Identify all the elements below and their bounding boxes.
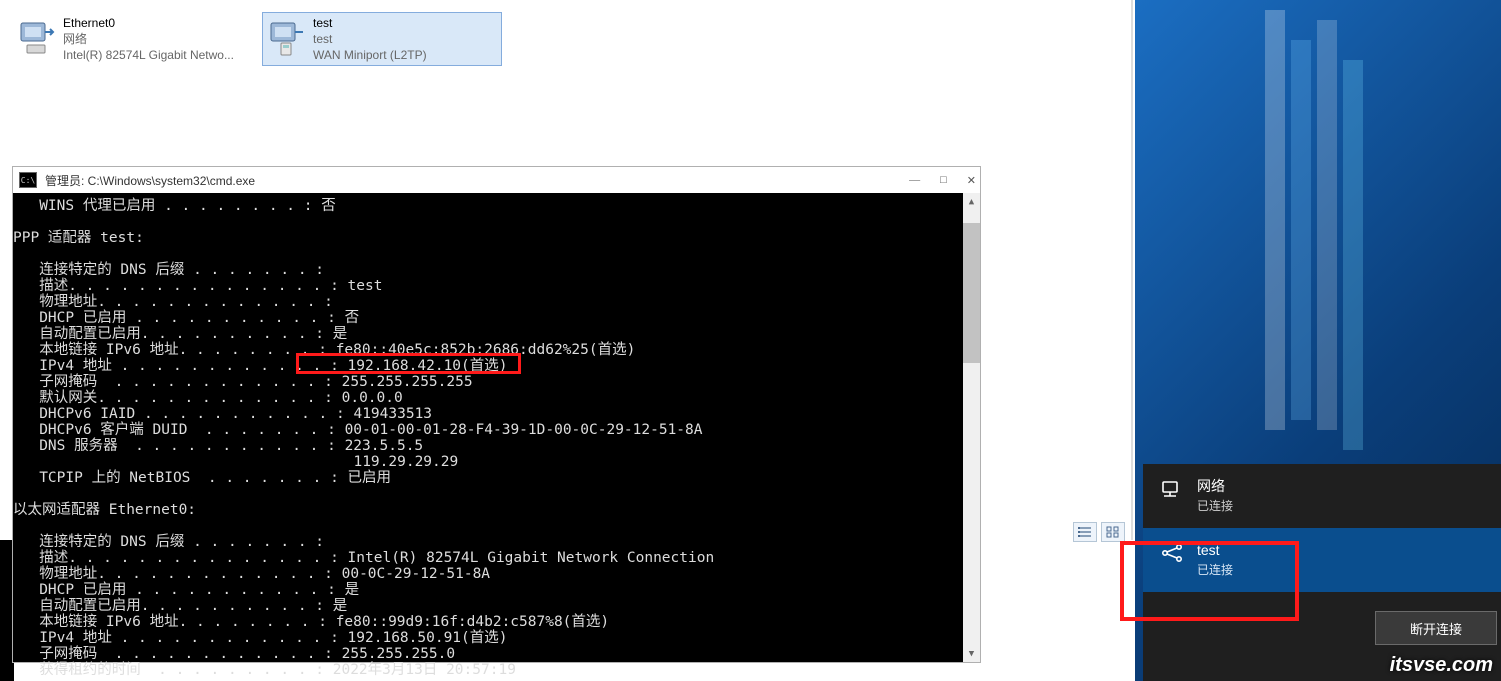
network-status: 已连接: [1197, 496, 1233, 516]
adapter-device: WAN Miniport (L2TP): [313, 47, 427, 63]
adapter-name: Ethernet0: [63, 15, 234, 31]
close-button[interactable]: ✕: [967, 174, 976, 187]
adapter-status: test: [313, 31, 427, 47]
adapter-ethernet0[interactable]: Ethernet0 网络 Intel(R) 82574L Gigabit Net…: [12, 12, 252, 66]
ethernet-icon: [1161, 478, 1183, 500]
view-mode-buttons: [1073, 522, 1125, 542]
divider: [1131, 0, 1133, 540]
cmd-output: WINS 代理已启用 . . . . . . . . : 否 PPP 适配器 t…: [13, 193, 980, 678]
disconnect-button[interactable]: 断开连接: [1375, 611, 1497, 645]
scroll-thumb[interactable]: [963, 223, 980, 363]
scroll-up-button[interactable]: ▲: [963, 193, 980, 210]
adapter-status: 网络: [63, 31, 234, 47]
wallpaper-decoration: [1265, 10, 1375, 450]
adapter-test[interactable]: test test WAN Miniport (L2TP): [262, 12, 502, 66]
cmd-title-text: 管理员: C:\Windows\system32\cmd.exe: [45, 172, 909, 189]
view-icons-button[interactable]: [1101, 522, 1125, 542]
network-status: 已连接: [1197, 560, 1233, 580]
cmd-scrollbar[interactable]: ▲ ▼: [963, 193, 980, 662]
vpn-icon: [1161, 542, 1183, 564]
cmd-window: C:\ 管理员: C:\Windows\system32\cmd.exe — □…: [12, 166, 981, 663]
adapter-device: Intel(R) 82574L Gigabit Netwo...: [63, 47, 234, 63]
network-name: 网络: [1197, 476, 1233, 496]
maximize-button[interactable]: □: [940, 174, 947, 187]
network-adapter-icon: [267, 17, 307, 57]
cmd-body[interactable]: WINS 代理已启用 . . . . . . . . : 否 PPP 适配器 t…: [13, 193, 980, 662]
network-item-ethernet[interactable]: 网络 已连接: [1143, 464, 1501, 528]
adapter-list: Ethernet0 网络 Intel(R) 82574L Gigabit Net…: [12, 12, 502, 66]
network-flyout: 网络 已连接 test 已连接 断开连接: [1143, 464, 1501, 681]
network-item-vpn[interactable]: test 已连接: [1143, 528, 1501, 592]
view-details-button[interactable]: [1073, 522, 1097, 542]
cmd-titlebar[interactable]: C:\ 管理员: C:\Windows\system32\cmd.exe — □…: [13, 167, 980, 193]
adapter-name: test: [313, 15, 427, 31]
scroll-down-button[interactable]: ▼: [963, 645, 980, 662]
watermark: itsvse.com: [1390, 654, 1493, 677]
minimize-button[interactable]: —: [909, 174, 920, 187]
network-name: test: [1197, 540, 1233, 560]
cmd-icon: C:\: [19, 172, 37, 188]
network-adapter-icon: [17, 17, 57, 57]
